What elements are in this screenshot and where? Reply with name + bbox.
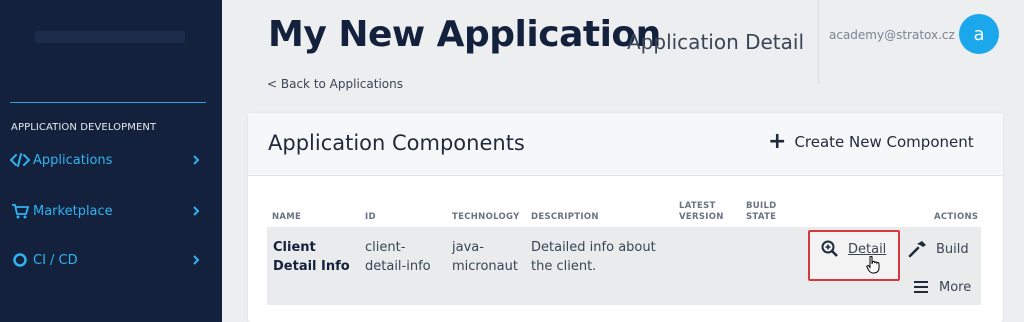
more-label: More <box>939 279 972 295</box>
column-header-id: ID <box>365 212 376 222</box>
column-header-name: NAME <box>272 212 302 222</box>
code-icon <box>10 152 30 168</box>
component-id: client-detail-info <box>365 240 431 274</box>
zoom-in-icon <box>820 240 840 258</box>
sidebar: APPLICATION DEVELOPMENT Applications Mar… <box>0 0 222 322</box>
column-header-actions: ACTIONS <box>934 212 979 222</box>
user-email: academy@stratox.cz <box>829 28 955 42</box>
sidebar-item-cicd[interactable]: CI / CD <box>10 248 210 272</box>
column-header-technology: TECHNOLOGY <box>452 212 520 222</box>
column-header-latest-version: LATEST VERSION <box>679 201 724 222</box>
build-button[interactable]: Build <box>908 240 969 258</box>
chevron-right-icon <box>193 155 200 165</box>
sidebar-item-label: CI / CD <box>33 252 78 268</box>
card-title: Application Components <box>268 131 525 155</box>
hammer-icon <box>908 240 928 258</box>
build-label: Build <box>936 241 969 257</box>
page-title: My New Application <box>268 14 661 55</box>
page-subtitle: Application Detail <box>627 30 805 54</box>
sidebar-item-label: Marketplace <box>33 203 113 219</box>
more-button[interactable]: More <box>911 278 971 296</box>
component-technology: java-micronaut <box>452 240 518 274</box>
cart-icon <box>10 203 30 219</box>
component-name: Client Detail Info <box>273 240 350 274</box>
detail-label: Detail <box>848 241 887 257</box>
column-header-description: DESCRIPTION <box>531 212 599 222</box>
sidebar-item-label: Applications <box>33 152 113 168</box>
chevron-right-icon <box>193 206 200 216</box>
card-header: Application Components + Create New Comp… <box>248 113 1003 176</box>
plus-icon: + <box>768 129 787 154</box>
ring-icon <box>10 252 30 268</box>
sidebar-divider <box>10 102 206 103</box>
component-description: Detailed info about the client. <box>531 240 656 274</box>
header-divider <box>818 0 819 84</box>
back-to-applications-link[interactable]: < Back to Applications <box>267 77 403 91</box>
create-component-button[interactable]: + Create New Component <box>768 129 974 154</box>
avatar[interactable]: a <box>959 14 999 54</box>
sidebar-section-title: APPLICATION DEVELOPMENT <box>11 122 157 133</box>
logo <box>35 31 185 43</box>
hand-cursor-icon <box>866 256 880 274</box>
sidebar-item-marketplace[interactable]: Marketplace <box>10 199 210 223</box>
chevron-right-icon <box>193 255 200 265</box>
column-header-build-state: BUILD STATE <box>746 201 777 222</box>
create-component-label: Create New Component <box>794 133 974 151</box>
menu-icon <box>911 278 931 296</box>
sidebar-item-applications[interactable]: Applications <box>10 148 210 172</box>
